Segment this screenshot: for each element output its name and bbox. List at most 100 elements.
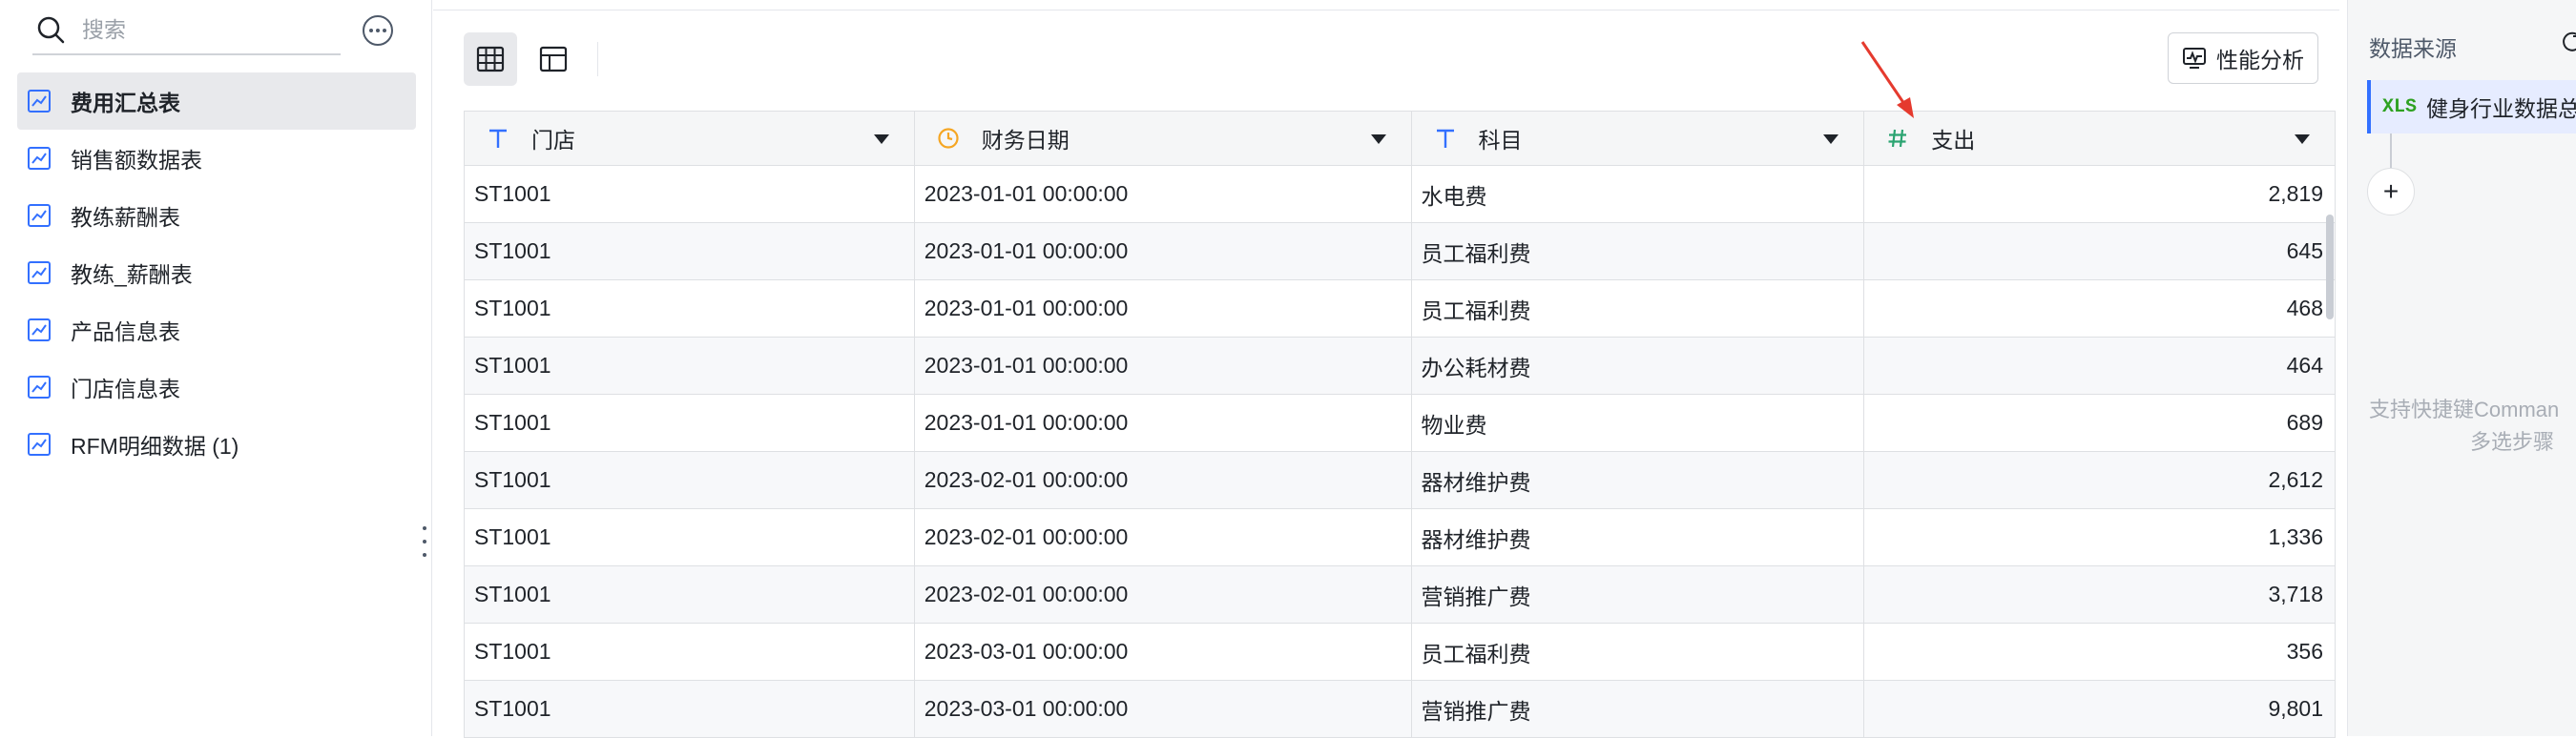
- column-header[interactable]: 门店: [465, 112, 915, 165]
- table-cell[interactable]: 2023-01-01 00:00:00: [915, 166, 1412, 222]
- table-cell[interactable]: 1,336: [1864, 509, 2337, 565]
- sort-dropdown-icon[interactable]: [1823, 134, 1839, 144]
- table-cell[interactable]: ST1001: [465, 166, 915, 222]
- table-cell[interactable]: ST1001: [465, 223, 915, 279]
- table-cell[interactable]: 2,819: [1864, 166, 2337, 222]
- table-cell[interactable]: 水电费: [1412, 166, 1865, 222]
- table-row[interactable]: ST1001 2023-02-01 00:00:00 器材维护费 1,336: [465, 509, 2337, 566]
- table-chart-icon: [28, 376, 51, 399]
- table-cell[interactable]: ST1001: [465, 395, 915, 451]
- sort-dropdown-icon[interactable]: [873, 134, 889, 144]
- table-cell[interactable]: 9,801: [1864, 681, 2337, 737]
- table-cell[interactable]: 器材维护费: [1412, 509, 1865, 565]
- table-cell[interactable]: 468: [1864, 280, 2337, 337]
- dot-icon: [423, 540, 426, 543]
- sidebar-item-label: 教练薪酬表: [71, 205, 180, 230]
- table-cell[interactable]: ST1001: [465, 452, 915, 508]
- table-cell[interactable]: 464: [1864, 338, 2337, 394]
- toolbar-divider: [597, 42, 598, 76]
- sidebar-item[interactable]: 教练薪酬表: [17, 187, 416, 244]
- table-cell[interactable]: 营销推广费: [1412, 566, 1865, 623]
- more-options-button[interactable]: [363, 15, 393, 46]
- table-cell[interactable]: ST1001: [465, 338, 915, 394]
- sidebar-item-label: RFM明细数据 (1): [71, 434, 239, 459]
- sidebar-item[interactable]: 销售额数据表: [17, 130, 416, 187]
- table-cell[interactable]: 356: [1864, 624, 2337, 680]
- refresh-icon[interactable]: [2560, 29, 2576, 53]
- table-row[interactable]: ST1001 2023-02-01 00:00:00 器材维护费 2,612: [465, 452, 2337, 509]
- sidebar: 费用汇总表销售额数据表教练薪酬表教练_薪酬表产品信息表门店信息表 RFM明细数据 …: [0, 0, 432, 736]
- sort-dropdown-icon[interactable]: [1370, 134, 1386, 144]
- table-row[interactable]: ST1001 2023-01-01 00:00:00 员工福利费 645: [465, 223, 2337, 280]
- table-cell[interactable]: 员工福利费: [1412, 624, 1865, 680]
- performance-analysis-button[interactable]: 性能分析: [2168, 32, 2318, 84]
- grid-view-button[interactable]: [464, 32, 517, 86]
- table-cell[interactable]: 员工福利费: [1412, 223, 1865, 279]
- sidebar-item-label: 销售额数据表: [71, 148, 202, 173]
- layout-view-button[interactable]: [527, 32, 580, 86]
- table-chart-icon: [28, 147, 51, 170]
- sidebar-item[interactable]: RFM明细数据 (1): [17, 416, 416, 473]
- column-header-label: 支出: [1931, 128, 1976, 153]
- table-cell[interactable]: ST1001: [465, 566, 915, 623]
- sidebar-item[interactable]: 产品信息表: [17, 301, 416, 359]
- table-row[interactable]: ST1001 2023-01-01 00:00:00 物业费 689: [465, 395, 2337, 452]
- dot-icon: [423, 526, 426, 530]
- table-cell[interactable]: 员工福利费: [1412, 280, 1865, 337]
- performance-icon: [2183, 48, 2206, 69]
- table-body: ST1001 2023-01-01 00:00:00 水电费 2,819 ST1001 2…: [465, 166, 2337, 738]
- table-cell[interactable]: 2023-01-01 00:00:00: [915, 338, 1412, 394]
- table-cell[interactable]: 689: [1864, 395, 2337, 451]
- sidebar-item[interactable]: 费用汇总表: [17, 72, 416, 130]
- table-row[interactable]: ST1001 2023-01-01 00:00:00 员工福利费 468: [465, 280, 2337, 338]
- table-cell[interactable]: 2023-02-01 00:00:00: [915, 452, 1412, 508]
- sidebar-item[interactable]: 门店信息表: [17, 359, 416, 416]
- table-cell[interactable]: ST1001: [465, 509, 915, 565]
- sidebar-item-label: 教练_薪酬表: [71, 262, 193, 287]
- table-row[interactable]: ST1001 2023-01-01 00:00:00 办公耗材费 464: [465, 338, 2337, 395]
- table-cell[interactable]: 645: [1864, 223, 2337, 279]
- table-cell[interactable]: 2023-01-01 00:00:00: [915, 223, 1412, 279]
- table-cell[interactable]: 2023-03-01 00:00:00: [915, 624, 1412, 680]
- table-chart-icon: [28, 261, 51, 284]
- resize-handle[interactable]: [422, 526, 427, 557]
- column-header-label: 门店: [531, 128, 575, 153]
- column-header[interactable]: 支出: [1864, 112, 2337, 165]
- table-row[interactable]: ST1001 2023-03-01 00:00:00 营销推广费 9,801: [465, 681, 2337, 738]
- table-row[interactable]: ST1001 2023-02-01 00:00:00 营销推广费 3,718: [465, 566, 2337, 624]
- data-source-item[interactable]: XLS 健身行业数据总: [2367, 80, 2576, 133]
- table-cell[interactable]: 2023-01-01 00:00:00: [915, 395, 1412, 451]
- performance-analysis-label: 性能分析: [2216, 48, 2304, 72]
- table-cell[interactable]: 2023-02-01 00:00:00: [915, 566, 1412, 623]
- data-source-label: 健身行业数据总: [2426, 96, 2576, 121]
- table-row[interactable]: ST1001 2023-01-01 00:00:00 水电费 2,819: [465, 166, 2337, 223]
- table-cell[interactable]: 2023-02-01 00:00:00: [915, 509, 1412, 565]
- table-cell[interactable]: 营销推广费: [1412, 681, 1865, 737]
- sort-dropdown-icon[interactable]: [2295, 134, 2311, 144]
- sidebar-item-label: 产品信息表: [71, 319, 180, 344]
- table-cell[interactable]: ST1001: [465, 624, 915, 680]
- data-source-title: 数据来源: [2369, 36, 2457, 61]
- table-row[interactable]: ST1001 2023-03-01 00:00:00 员工福利费 356: [465, 624, 2337, 681]
- table-cell[interactable]: 器材维护费: [1412, 452, 1865, 508]
- table-cell[interactable]: 3,718: [1864, 566, 2337, 623]
- sidebar-item-label: 门店信息表: [71, 377, 180, 401]
- dot-icon: [423, 553, 426, 557]
- vertical-scrollbar[interactable]: [2326, 215, 2334, 319]
- table-cell[interactable]: ST1001: [465, 681, 915, 737]
- table-cell[interactable]: 2023-01-01 00:00:00: [915, 280, 1412, 337]
- table-cell[interactable]: 办公耗材费: [1412, 338, 1865, 394]
- table-header: 门店 财务日期 科目 支出: [465, 111, 2337, 166]
- column-header[interactable]: 科目: [1412, 112, 1865, 165]
- sidebar-item[interactable]: 教练_薪酬表: [17, 244, 416, 301]
- column-header[interactable]: 财务日期: [915, 112, 1412, 165]
- text-type-icon: [484, 124, 512, 153]
- table-cell[interactable]: 2023-03-01 00:00:00: [915, 681, 1412, 737]
- table-cell[interactable]: 物业费: [1412, 395, 1865, 451]
- table-cell[interactable]: ST1001: [465, 280, 915, 337]
- add-step-button[interactable]: +: [2367, 168, 2415, 215]
- table-cell[interactable]: 2,612: [1864, 452, 2337, 508]
- column-header-label: 财务日期: [981, 128, 1070, 153]
- search-input[interactable]: [82, 16, 321, 43]
- dot-icon: [383, 29, 386, 32]
